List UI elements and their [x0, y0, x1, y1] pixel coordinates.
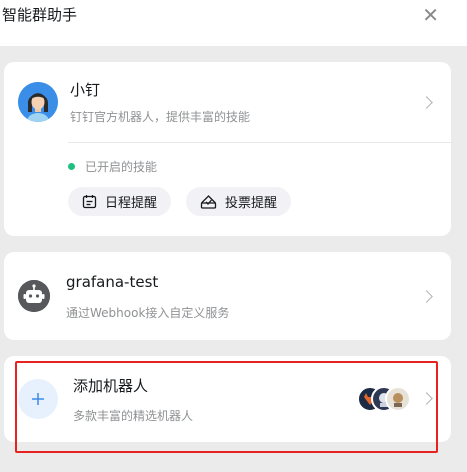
close-icon[interactable]: ✕: [422, 3, 439, 27]
bot-preview-avatars: [357, 386, 411, 412]
enabled-skills-status: 已开启的技能: [68, 158, 157, 175]
chevron-right-icon: [420, 290, 433, 303]
bot-name: 小钉: [70, 81, 101, 99]
bot-card-grafana-test[interactable]: grafana-test 通过Webhook接入自定义服务: [4, 252, 451, 340]
robot-icon: [18, 280, 50, 312]
plus-icon: [18, 379, 58, 419]
window-title: 智能群助手: [2, 6, 78, 24]
bot-avatar: [385, 386, 411, 412]
skill-chip-label: 日程提醒: [105, 196, 158, 211]
bot-name: grafana-test: [66, 273, 159, 291]
skill-chip-label: 投票提醒: [225, 196, 278, 211]
bot-description: 通过Webhook接入自定义服务: [66, 306, 230, 320]
skill-chip-vote[interactable]: 投票提醒: [186, 187, 292, 216]
skill-chip-schedule[interactable]: 日程提醒: [68, 187, 172, 216]
title-bar: 智能群助手 ✕: [0, 0, 467, 46]
chevron-right-icon: [420, 392, 433, 405]
bot-card-xiaoding[interactable]: 小钉 钉钉官方机器人，提供丰富的技能 已开启的技能 日程提醒 投票提醒: [4, 62, 451, 236]
calendar-icon: [82, 195, 97, 209]
divider: [68, 142, 451, 143]
enabled-skills-label: 已开启的技能: [85, 160, 158, 174]
chevron-right-icon: [420, 96, 433, 109]
status-dot-icon: [68, 163, 75, 170]
add-bot-card[interactable]: 添加机器人 多款丰富的精选机器人: [4, 356, 451, 442]
girl-avatar: [18, 82, 58, 122]
bot-description: 钉钉官方机器人，提供丰富的技能: [70, 110, 251, 124]
add-bot-title: 添加机器人: [73, 377, 149, 395]
add-bot-description: 多款丰富的精选机器人: [73, 409, 194, 423]
vote-icon: [200, 195, 217, 209]
